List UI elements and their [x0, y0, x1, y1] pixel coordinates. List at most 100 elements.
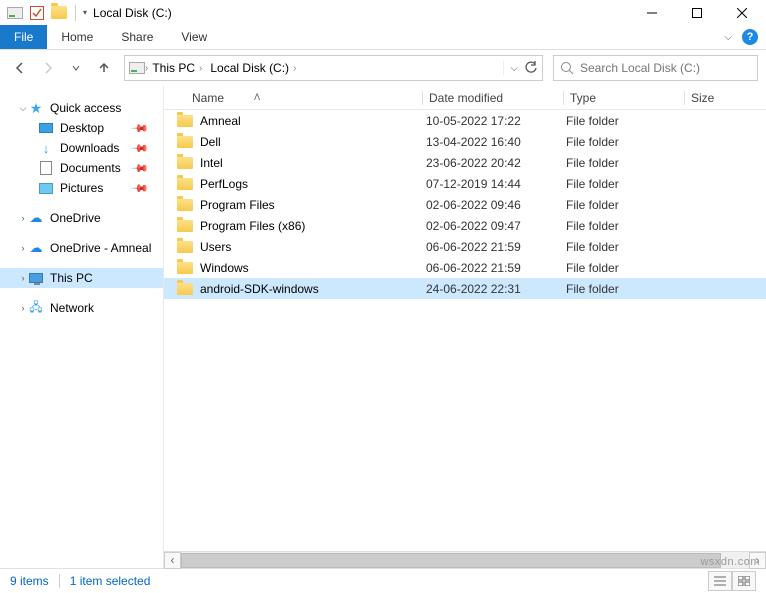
- sidebar-item-downloads[interactable]: ↓ Downloads 📌: [0, 138, 163, 158]
- file-type: File folder: [560, 240, 680, 254]
- back-button[interactable]: [8, 56, 32, 80]
- sidebar-item-onedrive-amneal[interactable]: › ☁ OneDrive - Amneal: [0, 238, 163, 258]
- column-label: Name: [192, 91, 224, 105]
- sidebar-label: Documents: [60, 161, 121, 175]
- file-row[interactable]: Users06-06-2022 21:59File folder: [164, 236, 766, 257]
- sidebar-label: Downloads: [60, 141, 119, 155]
- horizontal-scrollbar[interactable]: ‹ ›: [164, 551, 766, 568]
- file-date: 06-06-2022 21:59: [420, 240, 560, 254]
- file-tab[interactable]: File: [0, 25, 47, 49]
- chevron-right-icon[interactable]: ›: [18, 243, 28, 253]
- file-type: File folder: [560, 261, 680, 275]
- recent-dropdown-icon[interactable]: [64, 56, 88, 80]
- sidebar-item-documents[interactable]: Documents 📌: [0, 158, 163, 178]
- chevron-down-icon[interactable]: ⌵: [18, 103, 28, 114]
- file-row[interactable]: Windows06-06-2022 21:59File folder: [164, 257, 766, 278]
- file-date: 07-12-2019 14:44: [420, 177, 560, 191]
- file-row[interactable]: Amneal10-05-2022 17:22File folder: [164, 110, 766, 131]
- scroll-track[interactable]: [181, 552, 749, 569]
- file-row[interactable]: android-SDK-windows24-06-2022 22:31File …: [164, 278, 766, 299]
- refresh-icon[interactable]: [524, 61, 538, 75]
- breadcrumb-label: Local Disk (C:): [210, 61, 289, 75]
- file-date: 13-04-2022 16:40: [420, 135, 560, 149]
- folder-icon: [174, 220, 196, 232]
- file-date: 23-06-2022 20:42: [420, 156, 560, 170]
- sidebar-item-onedrive[interactable]: › ☁ OneDrive: [0, 208, 163, 228]
- sidebar-item-quick-access[interactable]: ⌵ ★ Quick access: [0, 98, 163, 118]
- pin-icon: 📌: [131, 139, 150, 158]
- file-row[interactable]: Dell13-04-2022 16:40File folder: [164, 131, 766, 152]
- close-button[interactable]: [719, 0, 764, 25]
- pin-icon: 📌: [131, 159, 150, 178]
- sidebar-label: Quick access: [50, 101, 121, 115]
- monitor-icon: [28, 270, 44, 286]
- column-header-name[interactable]: Name ᐱ: [186, 91, 422, 105]
- pictures-icon: [38, 180, 54, 196]
- address-dropdown-icon[interactable]: ⌵: [510, 63, 518, 74]
- sidebar-label: OneDrive: [50, 211, 101, 225]
- title-bar: ▾ Local Disk (C:): [0, 0, 766, 25]
- folder-icon[interactable]: [50, 4, 68, 22]
- column-header-size[interactable]: Size: [685, 91, 745, 105]
- search-box[interactable]: [553, 55, 758, 81]
- file-date: 02-06-2022 09:46: [420, 198, 560, 212]
- sidebar-item-network[interactable]: › 🖧 Network: [0, 298, 163, 318]
- chevron-right-icon[interactable]: ›: [18, 273, 28, 283]
- main-area: ⌵ ★ Quick access Desktop 📌 ↓ Downloads 📌…: [0, 86, 766, 568]
- sidebar-label: Desktop: [60, 121, 104, 135]
- window-title: Local Disk (C:): [87, 6, 172, 20]
- maximize-button[interactable]: [674, 0, 719, 25]
- file-row[interactable]: Program Files02-06-2022 09:46File folder: [164, 194, 766, 215]
- sort-ascending-icon: ᐱ: [254, 92, 260, 103]
- network-icon: 🖧: [28, 300, 44, 316]
- disk-icon: [6, 4, 24, 22]
- properties-checkbox-icon[interactable]: [28, 4, 46, 22]
- breadcrumb-thispc[interactable]: This PC ›: [148, 61, 206, 75]
- sidebar-label: OneDrive - Amneal: [50, 241, 151, 255]
- file-name: Amneal: [196, 114, 420, 128]
- breadcrumb-label: This PC: [152, 61, 195, 75]
- chevron-right-icon[interactable]: ›: [18, 303, 28, 313]
- file-type: File folder: [560, 156, 680, 170]
- chevron-right-icon[interactable]: ›: [293, 63, 296, 74]
- forward-button[interactable]: [36, 56, 60, 80]
- qat-divider: [75, 5, 76, 21]
- folder-icon: [174, 262, 196, 274]
- file-name: Intel: [196, 156, 420, 170]
- window-controls: [629, 0, 764, 25]
- address-bar[interactable]: › This PC › Local Disk (C:) › ⌵: [124, 55, 543, 81]
- sidebar-item-desktop[interactable]: Desktop 📌: [0, 118, 163, 138]
- folder-icon: [174, 136, 196, 148]
- column-header-date[interactable]: Date modified: [423, 91, 563, 105]
- details-view-button[interactable]: [708, 571, 732, 591]
- scroll-left-button[interactable]: ‹: [164, 552, 181, 569]
- column-header-type[interactable]: Type: [564, 91, 684, 105]
- folder-icon: [174, 283, 196, 295]
- minimize-button[interactable]: [629, 0, 674, 25]
- tab-share[interactable]: Share: [107, 25, 167, 49]
- file-row[interactable]: Program Files (x86)02-06-2022 09:47File …: [164, 215, 766, 236]
- tab-home[interactable]: Home: [47, 25, 107, 49]
- file-date: 10-05-2022 17:22: [420, 114, 560, 128]
- help-icon[interactable]: ?: [742, 29, 758, 45]
- tab-view[interactable]: View: [167, 25, 221, 49]
- navigation-toolbar: › This PC › Local Disk (C:) › ⌵: [0, 50, 766, 86]
- breadcrumb-localdisk[interactable]: Local Disk (C:) ›: [206, 61, 300, 75]
- sidebar-item-pictures[interactable]: Pictures 📌: [0, 178, 163, 198]
- up-button[interactable]: [92, 56, 116, 80]
- chevron-right-icon[interactable]: ›: [199, 63, 202, 74]
- file-date: 06-06-2022 21:59: [420, 261, 560, 275]
- file-row[interactable]: PerfLogs07-12-2019 14:44File folder: [164, 173, 766, 194]
- file-name: android-SDK-windows: [196, 282, 420, 296]
- pin-icon: 📌: [131, 179, 150, 198]
- search-input[interactable]: [580, 61, 751, 75]
- file-type: File folder: [560, 219, 680, 233]
- ribbon-expand-icon[interactable]: ⌵: [724, 32, 732, 43]
- sidebar-item-this-pc[interactable]: › This PC: [0, 268, 163, 288]
- thumbnails-view-button[interactable]: [732, 571, 756, 591]
- file-name: Program Files: [196, 198, 420, 212]
- file-row[interactable]: Intel23-06-2022 20:42File folder: [164, 152, 766, 173]
- column-headers: Name ᐱ Date modified Type Size: [164, 86, 766, 110]
- scroll-thumb[interactable]: [181, 553, 721, 568]
- chevron-right-icon[interactable]: ›: [18, 213, 28, 223]
